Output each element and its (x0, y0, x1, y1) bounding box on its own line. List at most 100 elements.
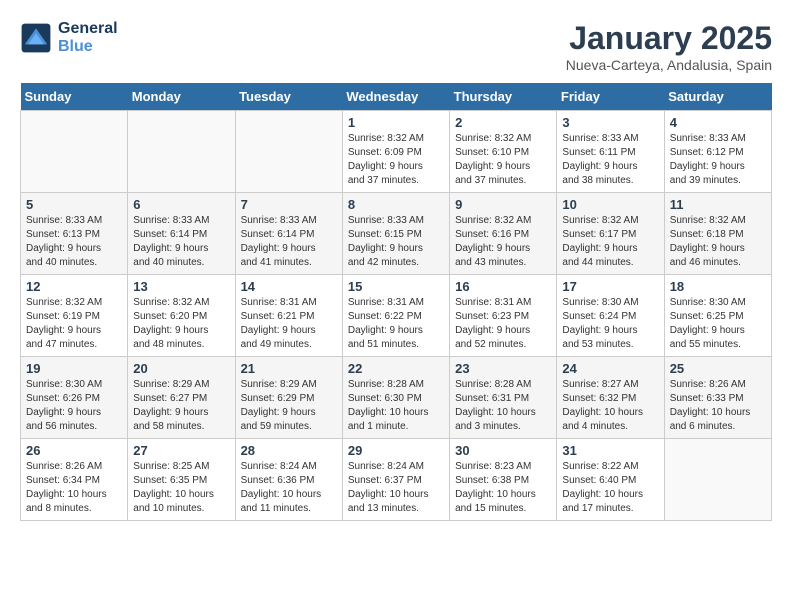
day-number: 24 (562, 361, 658, 376)
calendar-cell (128, 111, 235, 193)
calendar-cell: 12 Sunrise: 8:32 AM Sunset: 6:19 PM Dayli… (21, 275, 128, 357)
day-info: Sunrise: 8:31 AM Sunset: 6:22 PM Dayligh… (348, 296, 444, 352)
day-number: 30 (455, 443, 551, 458)
calendar-cell: 20Sunrise: 8:29 AM Sunset: 6:27 PM Dayli… (128, 357, 235, 439)
day-number: 5 (26, 197, 122, 212)
day-number: 6 (133, 197, 229, 212)
day-number: 18 (670, 279, 766, 294)
day-info: Sunrise: 8:22 AM Sunset: 6:40 PM Dayligh… (562, 460, 658, 516)
calendar-cell: 16Sunrise: 8:31 AM Sunset: 6:23 PM Dayli… (450, 275, 557, 357)
day-info: Sunrise: 8:30 AM Sunset: 6:25 PM Dayligh… (670, 296, 766, 352)
calendar-cell: 13 Sunrise: 8:32 AM Sunset: 6:20 PM Dayli… (128, 275, 235, 357)
day-number: 22 (348, 361, 444, 376)
page-header: General Blue January 2025 Nueva-Carteya,… (20, 20, 772, 73)
day-number: 11 (670, 197, 766, 212)
calendar-cell: 10 Sunrise: 8:32 AM Sunset: 6:17 PM Dayli… (557, 193, 664, 275)
day-number: 29 (348, 443, 444, 458)
day-info: Sunrise: 8:32 AM Sunset: 6:18 PM Dayligh… (670, 214, 766, 270)
day-number: 7 (241, 197, 337, 212)
day-number: 15 (348, 279, 444, 294)
day-of-week-header: Sunday (21, 83, 128, 111)
day-number: 14 (241, 279, 337, 294)
calendar-cell: 31 Sunrise: 8:22 AM Sunset: 6:40 PM Dayli… (557, 439, 664, 521)
day-info: Sunrise: 8:30 AM Sunset: 6:26 PM Dayligh… (26, 378, 122, 434)
day-number: 27 (133, 443, 229, 458)
calendar-cell: 18 Sunrise: 8:30 AM Sunset: 6:25 PM Dayli… (664, 275, 771, 357)
logo-icon (20, 22, 52, 54)
day-of-week-header: Friday (557, 83, 664, 111)
day-info: Sunrise: 8:33 AM Sunset: 6:14 PM Dayligh… (133, 214, 229, 270)
calendar-cell: 2 Sunrise: 8:32 AM Sunset: 6:10 PM Daylig… (450, 111, 557, 193)
calendar-cell (235, 111, 342, 193)
calendar-cell: 14Sunrise: 8:31 AM Sunset: 6:21 PM Dayli… (235, 275, 342, 357)
calendar-cell: 3 Sunrise: 8:33 AM Sunset: 6:11 PM Daylig… (557, 111, 664, 193)
calendar-cell: 25Sunrise: 8:26 AM Sunset: 6:33 PM Dayli… (664, 357, 771, 439)
day-number: 1 (348, 115, 444, 130)
calendar-cell: 30 Sunrise: 8:23 AM Sunset: 6:38 PM Dayli… (450, 439, 557, 521)
day-number: 13 (133, 279, 229, 294)
day-info: Sunrise: 8:32 AM Sunset: 6:20 PM Dayligh… (133, 296, 229, 352)
day-info: Sunrise: 8:30 AM Sunset: 6:24 PM Dayligh… (562, 296, 658, 352)
day-number: 12 (26, 279, 122, 294)
day-of-week-header: Wednesday (342, 83, 449, 111)
calendar-week-row: 1 Sunrise: 8:32 AM Sunset: 6:09 PM Daylig… (21, 111, 772, 193)
calendar-cell: 17 Sunrise: 8:30 AM Sunset: 6:24 PM Dayli… (557, 275, 664, 357)
day-info: Sunrise: 8:32 AM Sunset: 6:09 PM Dayligh… (348, 132, 444, 188)
calendar-cell (664, 439, 771, 521)
day-number: 20 (133, 361, 229, 376)
calendar-cell: 1 Sunrise: 8:32 AM Sunset: 6:09 PM Daylig… (342, 111, 449, 193)
day-number: 9 (455, 197, 551, 212)
calendar-title: January 2025 (566, 20, 772, 57)
day-number: 21 (241, 361, 337, 376)
day-of-week-header: Tuesday (235, 83, 342, 111)
day-info: Sunrise: 8:24 AM Sunset: 6:36 PM Dayligh… (241, 460, 337, 516)
day-info: Sunrise: 8:32 AM Sunset: 6:10 PM Dayligh… (455, 132, 551, 188)
day-number: 23 (455, 361, 551, 376)
day-info: Sunrise: 8:28 AM Sunset: 6:31 PM Dayligh… (455, 378, 551, 434)
day-info: Sunrise: 8:32 AM Sunset: 6:17 PM Dayligh… (562, 214, 658, 270)
calendar-cell: 4Sunrise: 8:33 AM Sunset: 6:12 PM Daylig… (664, 111, 771, 193)
day-info: Sunrise: 8:33 AM Sunset: 6:14 PM Dayligh… (241, 214, 337, 270)
calendar-cell: 15 Sunrise: 8:31 AM Sunset: 6:22 PM Dayli… (342, 275, 449, 357)
calendar-cell: 22 Sunrise: 8:28 AM Sunset: 6:30 PM Dayli… (342, 357, 449, 439)
calendar-week-row: 5 Sunrise: 8:33 AM Sunset: 6:13 PM Daylig… (21, 193, 772, 275)
day-info: Sunrise: 8:26 AM Sunset: 6:34 PM Dayligh… (26, 460, 122, 516)
day-info: Sunrise: 8:28 AM Sunset: 6:30 PM Dayligh… (348, 378, 444, 434)
calendar-cell: 23 Sunrise: 8:28 AM Sunset: 6:31 PM Dayli… (450, 357, 557, 439)
calendar-cell: 26 Sunrise: 8:26 AM Sunset: 6:34 PM Dayli… (21, 439, 128, 521)
day-number: 19 (26, 361, 122, 376)
day-number: 8 (348, 197, 444, 212)
day-number: 10 (562, 197, 658, 212)
calendar-cell: 11 Sunrise: 8:32 AM Sunset: 6:18 PM Dayli… (664, 193, 771, 275)
day-of-week-header: Saturday (664, 83, 771, 111)
calendar-cell: 29 Sunrise: 8:24 AM Sunset: 6:37 PM Dayli… (342, 439, 449, 521)
day-of-week-header: Thursday (450, 83, 557, 111)
calendar-table: SundayMondayTuesdayWednesdayThursdayFrid… (20, 83, 772, 521)
day-number: 16 (455, 279, 551, 294)
day-info: Sunrise: 8:33 AM Sunset: 6:11 PM Dayligh… (562, 132, 658, 188)
calendar-cell: 8Sunrise: 8:33 AM Sunset: 6:15 PM Daylig… (342, 193, 449, 275)
calendar-cell: 21Sunrise: 8:29 AM Sunset: 6:29 PM Dayli… (235, 357, 342, 439)
day-info: Sunrise: 8:33 AM Sunset: 6:13 PM Dayligh… (26, 214, 122, 270)
day-number: 3 (562, 115, 658, 130)
calendar-subtitle: Nueva-Carteya, Andalusia, Spain (566, 57, 772, 73)
day-info: Sunrise: 8:23 AM Sunset: 6:38 PM Dayligh… (455, 460, 551, 516)
calendar-cell: 19 Sunrise: 8:30 AM Sunset: 6:26 PM Dayli… (21, 357, 128, 439)
day-number: 26 (26, 443, 122, 458)
calendar-header: SundayMondayTuesdayWednesdayThursdayFrid… (21, 83, 772, 111)
calendar-cell: 5 Sunrise: 8:33 AM Sunset: 6:13 PM Daylig… (21, 193, 128, 275)
day-number: 17 (562, 279, 658, 294)
day-number: 2 (455, 115, 551, 130)
calendar-cell (21, 111, 128, 193)
title-block: January 2025 Nueva-Carteya, Andalusia, S… (566, 20, 772, 73)
calendar-week-row: 19 Sunrise: 8:30 AM Sunset: 6:26 PM Dayli… (21, 357, 772, 439)
day-number: 31 (562, 443, 658, 458)
logo: General Blue (20, 20, 118, 56)
day-info: Sunrise: 8:33 AM Sunset: 6:12 PM Dayligh… (670, 132, 766, 188)
day-info: Sunrise: 8:24 AM Sunset: 6:37 PM Dayligh… (348, 460, 444, 516)
day-info: Sunrise: 8:25 AM Sunset: 6:35 PM Dayligh… (133, 460, 229, 516)
day-info: Sunrise: 8:32 AM Sunset: 6:19 PM Dayligh… (26, 296, 122, 352)
day-of-week-header: Monday (128, 83, 235, 111)
calendar-cell: 28Sunrise: 8:24 AM Sunset: 6:36 PM Dayli… (235, 439, 342, 521)
calendar-body: 1 Sunrise: 8:32 AM Sunset: 6:09 PM Daylig… (21, 111, 772, 521)
